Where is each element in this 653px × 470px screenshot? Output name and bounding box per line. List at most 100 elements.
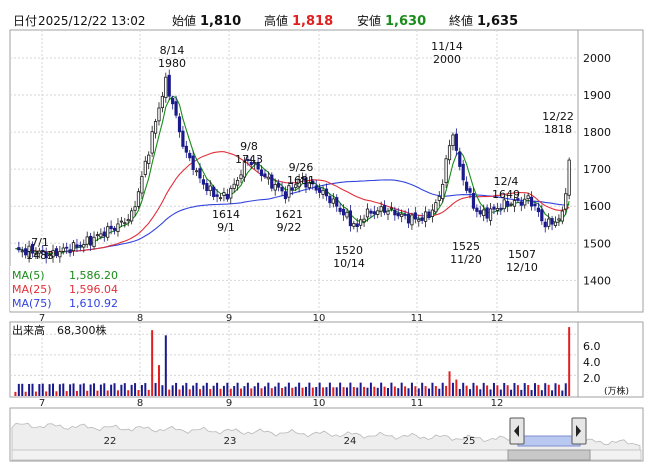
volume-bar — [301, 387, 304, 396]
volume-bar — [564, 383, 567, 396]
annotation-line-2: 2000 — [433, 53, 461, 66]
volume-bar — [465, 385, 468, 396]
volume-bar — [14, 391, 17, 396]
close-label: 終値 — [449, 13, 473, 28]
volume-bar — [510, 389, 513, 396]
annotation-line-1: 1621 — [275, 208, 303, 221]
low-label: 安値 — [357, 13, 381, 28]
candle-body — [331, 198, 335, 204]
annotation-line-1: 12/4 — [494, 175, 519, 188]
price-tick-label: 1400 — [583, 274, 611, 287]
candle-body — [553, 221, 558, 226]
volume-title: 出来高 — [12, 323, 45, 337]
candle-body — [198, 168, 202, 179]
candle-body — [338, 207, 342, 212]
volume-bar — [86, 390, 89, 396]
volume-bar — [298, 382, 301, 396]
navigator-tick-24: 24 — [344, 436, 357, 447]
candle-body — [379, 206, 383, 212]
volume-bar — [110, 384, 113, 396]
volume-bar — [192, 385, 195, 396]
volume-bar — [304, 386, 307, 396]
ma5-label: MA(5) — [12, 269, 45, 282]
volume-bar — [492, 382, 495, 396]
volume-month-label: 9 — [226, 398, 232, 409]
volume-bar — [229, 388, 232, 396]
candle-body — [194, 170, 199, 173]
candle-body — [451, 134, 455, 147]
volume-bar — [147, 389, 150, 396]
datetime-value: 2025/12/22 13:02 — [38, 14, 146, 28]
volume-bar — [277, 382, 280, 396]
candle-body — [266, 176, 270, 180]
close-value: 1,635 — [477, 14, 518, 29]
volume-bar — [202, 385, 205, 396]
volume-bar — [479, 389, 482, 396]
volume-bar — [404, 386, 407, 396]
volume-bar — [568, 327, 571, 396]
ma-legend: MA(5) 1,586.20 MA(25) 1,596.04 MA(75) 1,… — [10, 266, 119, 311]
volume-bar — [383, 386, 386, 396]
candle-body — [119, 220, 123, 223]
candle-body — [393, 209, 397, 216]
volume-bar — [445, 385, 448, 396]
volume-bar — [547, 384, 550, 396]
volume-bar — [557, 384, 560, 396]
candle-body — [171, 97, 175, 105]
candle-body — [68, 249, 72, 254]
volume-bar — [178, 389, 181, 396]
candle-body — [89, 235, 93, 246]
volume-bar — [188, 389, 191, 396]
navigator-scrollbar-thumb[interactable] — [507, 449, 591, 461]
annotation-line-1: 1507 — [508, 248, 536, 261]
header-bar: 日付 2025/12/22 13:02 始値 1,810 高値 1,818 安値… — [13, 13, 518, 29]
candle-body — [263, 173, 267, 178]
volume-bar — [113, 383, 116, 396]
volume-bar — [390, 382, 393, 396]
volume-bar — [540, 390, 543, 396]
volume-bar — [345, 387, 348, 396]
volume-bar — [93, 383, 96, 396]
volume-bar — [400, 382, 403, 396]
volume-bar — [469, 389, 472, 396]
candle-body — [140, 176, 144, 194]
navigator-right-handle[interactable] — [571, 417, 587, 445]
volume-bar — [516, 385, 519, 396]
candle-body — [225, 193, 229, 200]
volume-tick-2: 2.0 — [583, 372, 601, 385]
candle-body — [95, 234, 100, 237]
volume-bar — [451, 382, 454, 396]
volume-bar — [45, 391, 48, 396]
annotation-line-2: 1649 — [492, 188, 520, 201]
candle-body — [362, 218, 366, 223]
candle-body — [290, 187, 294, 191]
candle-body — [499, 207, 503, 210]
volume-bar — [140, 384, 143, 396]
candle-body — [376, 210, 380, 215]
candle-body — [71, 242, 76, 252]
volume-bar — [373, 386, 376, 396]
candle-body — [99, 233, 103, 238]
candle-body — [567, 159, 571, 196]
candle-body — [523, 198, 527, 206]
candle-body — [239, 174, 243, 180]
navigator-left-handle[interactable] — [509, 417, 525, 445]
candle-body — [324, 188, 329, 197]
candle-body — [82, 244, 86, 248]
volume-bar — [99, 384, 102, 396]
candle-body — [359, 219, 363, 226]
volume-bar — [123, 383, 126, 396]
volume-bar — [31, 383, 34, 396]
volume-bar — [441, 382, 444, 396]
price-tick-label: 1600 — [583, 200, 611, 213]
volume-bar — [308, 382, 311, 396]
navigator-selection[interactable] — [517, 435, 581, 447]
candle-body — [229, 188, 233, 199]
high-value: 1,818 — [292, 14, 333, 29]
candle-body — [536, 207, 540, 213]
annotation-line-2: 11/20 — [450, 253, 482, 266]
volume-bar — [506, 385, 509, 396]
candle-body — [109, 225, 113, 230]
volume-bar — [363, 386, 366, 396]
volume-bar — [482, 382, 485, 396]
